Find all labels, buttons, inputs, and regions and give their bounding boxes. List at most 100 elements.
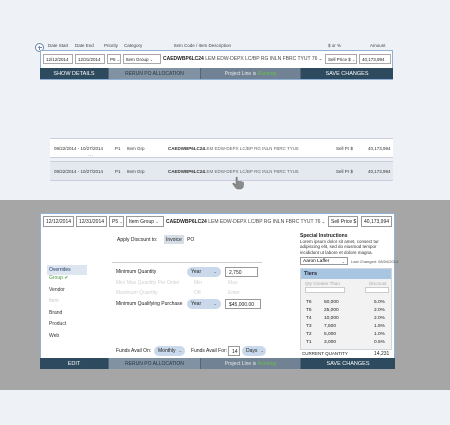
user-select[interactable]: Aaron Laffer ⌄ [300, 257, 348, 265]
project-line-label: Project Line is [224, 70, 257, 77]
last-changed: Last Changed: 08/04/2014 [351, 259, 399, 264]
rerun-label: RERUN PO ALLOCATION [125, 70, 184, 77]
tier-qty: 3,000 [324, 340, 337, 345]
date-end-value: 12/31/2014 [79, 219, 105, 225]
date-end-field[interactable]: 12/31/2014 [75, 54, 105, 64]
edit-button[interactable]: EDIT [40, 358, 108, 369]
funds-avail-on-label: Funds Avail On: [116, 348, 152, 354]
date-start-value: 12/12/2014 [46, 57, 69, 62]
tier-qty: 50,000 [324, 300, 339, 305]
current-quantity-value: 14,231 [374, 351, 390, 357]
header-date-start: Date Start [48, 43, 69, 48]
amount-field[interactable]: 40,173,994 [359, 54, 391, 64]
min-quantity-value: 2,750 [229, 270, 242, 276]
funds-avail-for-unit-select[interactable]: Days ⌄ [242, 346, 266, 356]
date-start-field[interactable]: 12/12/2014 [43, 216, 74, 227]
row-item-desc: LEM EDW-DEPX LC/BP RG INLN FBRC TYU5 [204, 146, 299, 151]
tier-qty-input[interactable] [305, 287, 345, 293]
project-line-status: Project Line is Running [201, 358, 301, 369]
more-dots-icon: ··· [88, 153, 93, 159]
row-item-code: CAEDWBP6LC24 [168, 169, 205, 174]
header-priority: Priority [104, 43, 119, 48]
tier-name: T5 [306, 308, 312, 313]
date-start-field[interactable]: 12/12/2014 [43, 54, 73, 64]
sidebar-item-web[interactable]: Web [47, 333, 87, 345]
sidebar-item-item[interactable]: Item [47, 298, 87, 310]
table-row[interactable]: 09/22/2014 - 10/27/2014 P1 Item Grp CAED… [50, 138, 393, 158]
group-label: Group [49, 275, 63, 281]
save-changes-button[interactable]: SAVE CHANGES [301, 68, 393, 79]
min-quantity-unit-select[interactable]: Year ⌄ [187, 267, 221, 277]
price-type-select[interactable]: Sell Price $ ⌄ [328, 216, 358, 227]
amount-value: 40,173,994 [362, 57, 385, 62]
chevron-down-icon: ⌄ [119, 219, 123, 224]
save-changes-label: SAVE CHANGES [325, 70, 369, 77]
tier-row: T3 7,500 1.5% [306, 324, 386, 330]
price-type-value: Sell Price $ [331, 219, 357, 225]
funds-avail-on-select[interactable]: Monthly ⌄ [154, 346, 185, 356]
row-priority: P1 [115, 169, 121, 174]
funds-avail-for-label: Funds Avail For: [191, 348, 228, 354]
min-purchase-input[interactable]: $45,000.00 [225, 299, 261, 309]
min-quantity-input[interactable]: 2,750 [225, 267, 258, 277]
priority-select[interactable]: P5 ⌄ [109, 216, 124, 227]
header-dollar-pct: $ or % [328, 43, 342, 48]
sidebar-item-vendor[interactable]: Vendor [47, 287, 87, 299]
rerun-po-allocation-button[interactable]: RERUN PO ALLOCATION [108, 358, 201, 369]
category-select[interactable]: Item Group ⌄ [126, 216, 164, 227]
row-amount: 40,173,994 [368, 146, 391, 151]
chevron-down-icon: ⌄ [155, 219, 159, 224]
item-code-value: CAEDWBP6LC24 [163, 56, 204, 62]
funds-avail-for-num: 14 [232, 349, 238, 355]
tier-discount-input[interactable] [365, 287, 389, 293]
tier-pct: 2.0% [374, 308, 385, 313]
bottom-action-bar: EDIT RERUN PO ALLOCATION Project Line is… [40, 358, 395, 369]
price-type-select[interactable]: Sell Price $ ⌄ [325, 54, 357, 64]
table-row[interactable]: 09/22/2014 - 10/27/2014 P1 Item Grp CAED… [50, 161, 393, 181]
discount-option-po[interactable]: PO [187, 237, 194, 243]
amount-field[interactable]: 40,173,994 [361, 216, 392, 227]
sidebar-item-brand[interactable]: Brand [47, 310, 87, 322]
tier-row: T5 25,000 2.0% [306, 308, 386, 314]
discount-option-invoice[interactable]: Invoice [164, 235, 184, 244]
save-changes-button[interactable]: SAVE CHANGES [301, 358, 395, 369]
min-purchase-label: Minimum Qualifying Purchase [116, 301, 183, 307]
chevron-down-icon: ⌄ [318, 56, 323, 61]
special-instructions: Special Instructions Lorem ipsum dolor s… [300, 233, 392, 255]
row-category: Item Grp [127, 169, 145, 174]
header-item-code-desc: Item Code / Item Description [174, 43, 232, 48]
min-quantity-label: Minimum Quantity [116, 269, 157, 275]
sidebar-item-product[interactable]: Product [47, 321, 87, 333]
item-description: LEM EDW-DEPX LC/BP RG INLN FBRC TYUT 76 [208, 219, 321, 225]
apply-discount-label: Apply Discount to: [117, 237, 158, 243]
rerun-po-allocation-button[interactable]: RERUN PO ALLOCATION [108, 68, 201, 79]
item-code[interactable]: CAEDWBP6LC24 LEM EDW-DEPX LC/BP RG INLN … [163, 56, 322, 62]
category-select[interactable]: Item Group ⌄ [123, 54, 161, 64]
overrides-sidebar: Overrides Group ✔ Vendor Item Brand Prod… [47, 265, 87, 344]
priority-select[interactable]: P5 ⌄ [107, 54, 121, 64]
min-purchase-value: $45,000.00 [229, 302, 255, 308]
date-end-field[interactable]: 12/31/2014 [76, 216, 107, 227]
show-details-button[interactable]: SHOW DETAILS [40, 68, 108, 79]
show-details-label: SHOW DETAILS [53, 70, 95, 77]
category-value: Item Group [126, 57, 149, 62]
sidebar-item-group[interactable]: Group ✔ [47, 275, 87, 287]
max-qty-unit: Off [194, 290, 201, 296]
category-value: Item Group [129, 219, 155, 225]
tier-qty: 7,500 [324, 324, 337, 329]
overrides-title: Overrides [47, 265, 87, 275]
header-category: Category [124, 43, 143, 48]
min-purchase-unit-select[interactable]: Year ⌄ [187, 299, 221, 309]
min-max-unit: Min [194, 280, 203, 286]
tier-row: T4 10,000 2.0% [306, 316, 386, 322]
tier-row: T2 5,000 1.0% [306, 332, 386, 338]
tier-qty: 10,000 [324, 316, 339, 321]
date-start-value: 12/12/2014 [46, 219, 72, 225]
chevron-down-icon: ⌄ [321, 219, 326, 224]
funds-avail-on-value: Monthly [158, 348, 176, 354]
row-priority: P1 [115, 146, 121, 151]
row-item-code: CAEDWBP6LC24 [168, 146, 205, 151]
funds-avail-for-input[interactable]: 14 [228, 346, 240, 356]
item-code[interactable]: CAEDWBP6LC24 LEM EDW-DEPX LC/BP RG INLN … [166, 219, 325, 225]
tiers-col-discount: Discount [369, 281, 387, 286]
